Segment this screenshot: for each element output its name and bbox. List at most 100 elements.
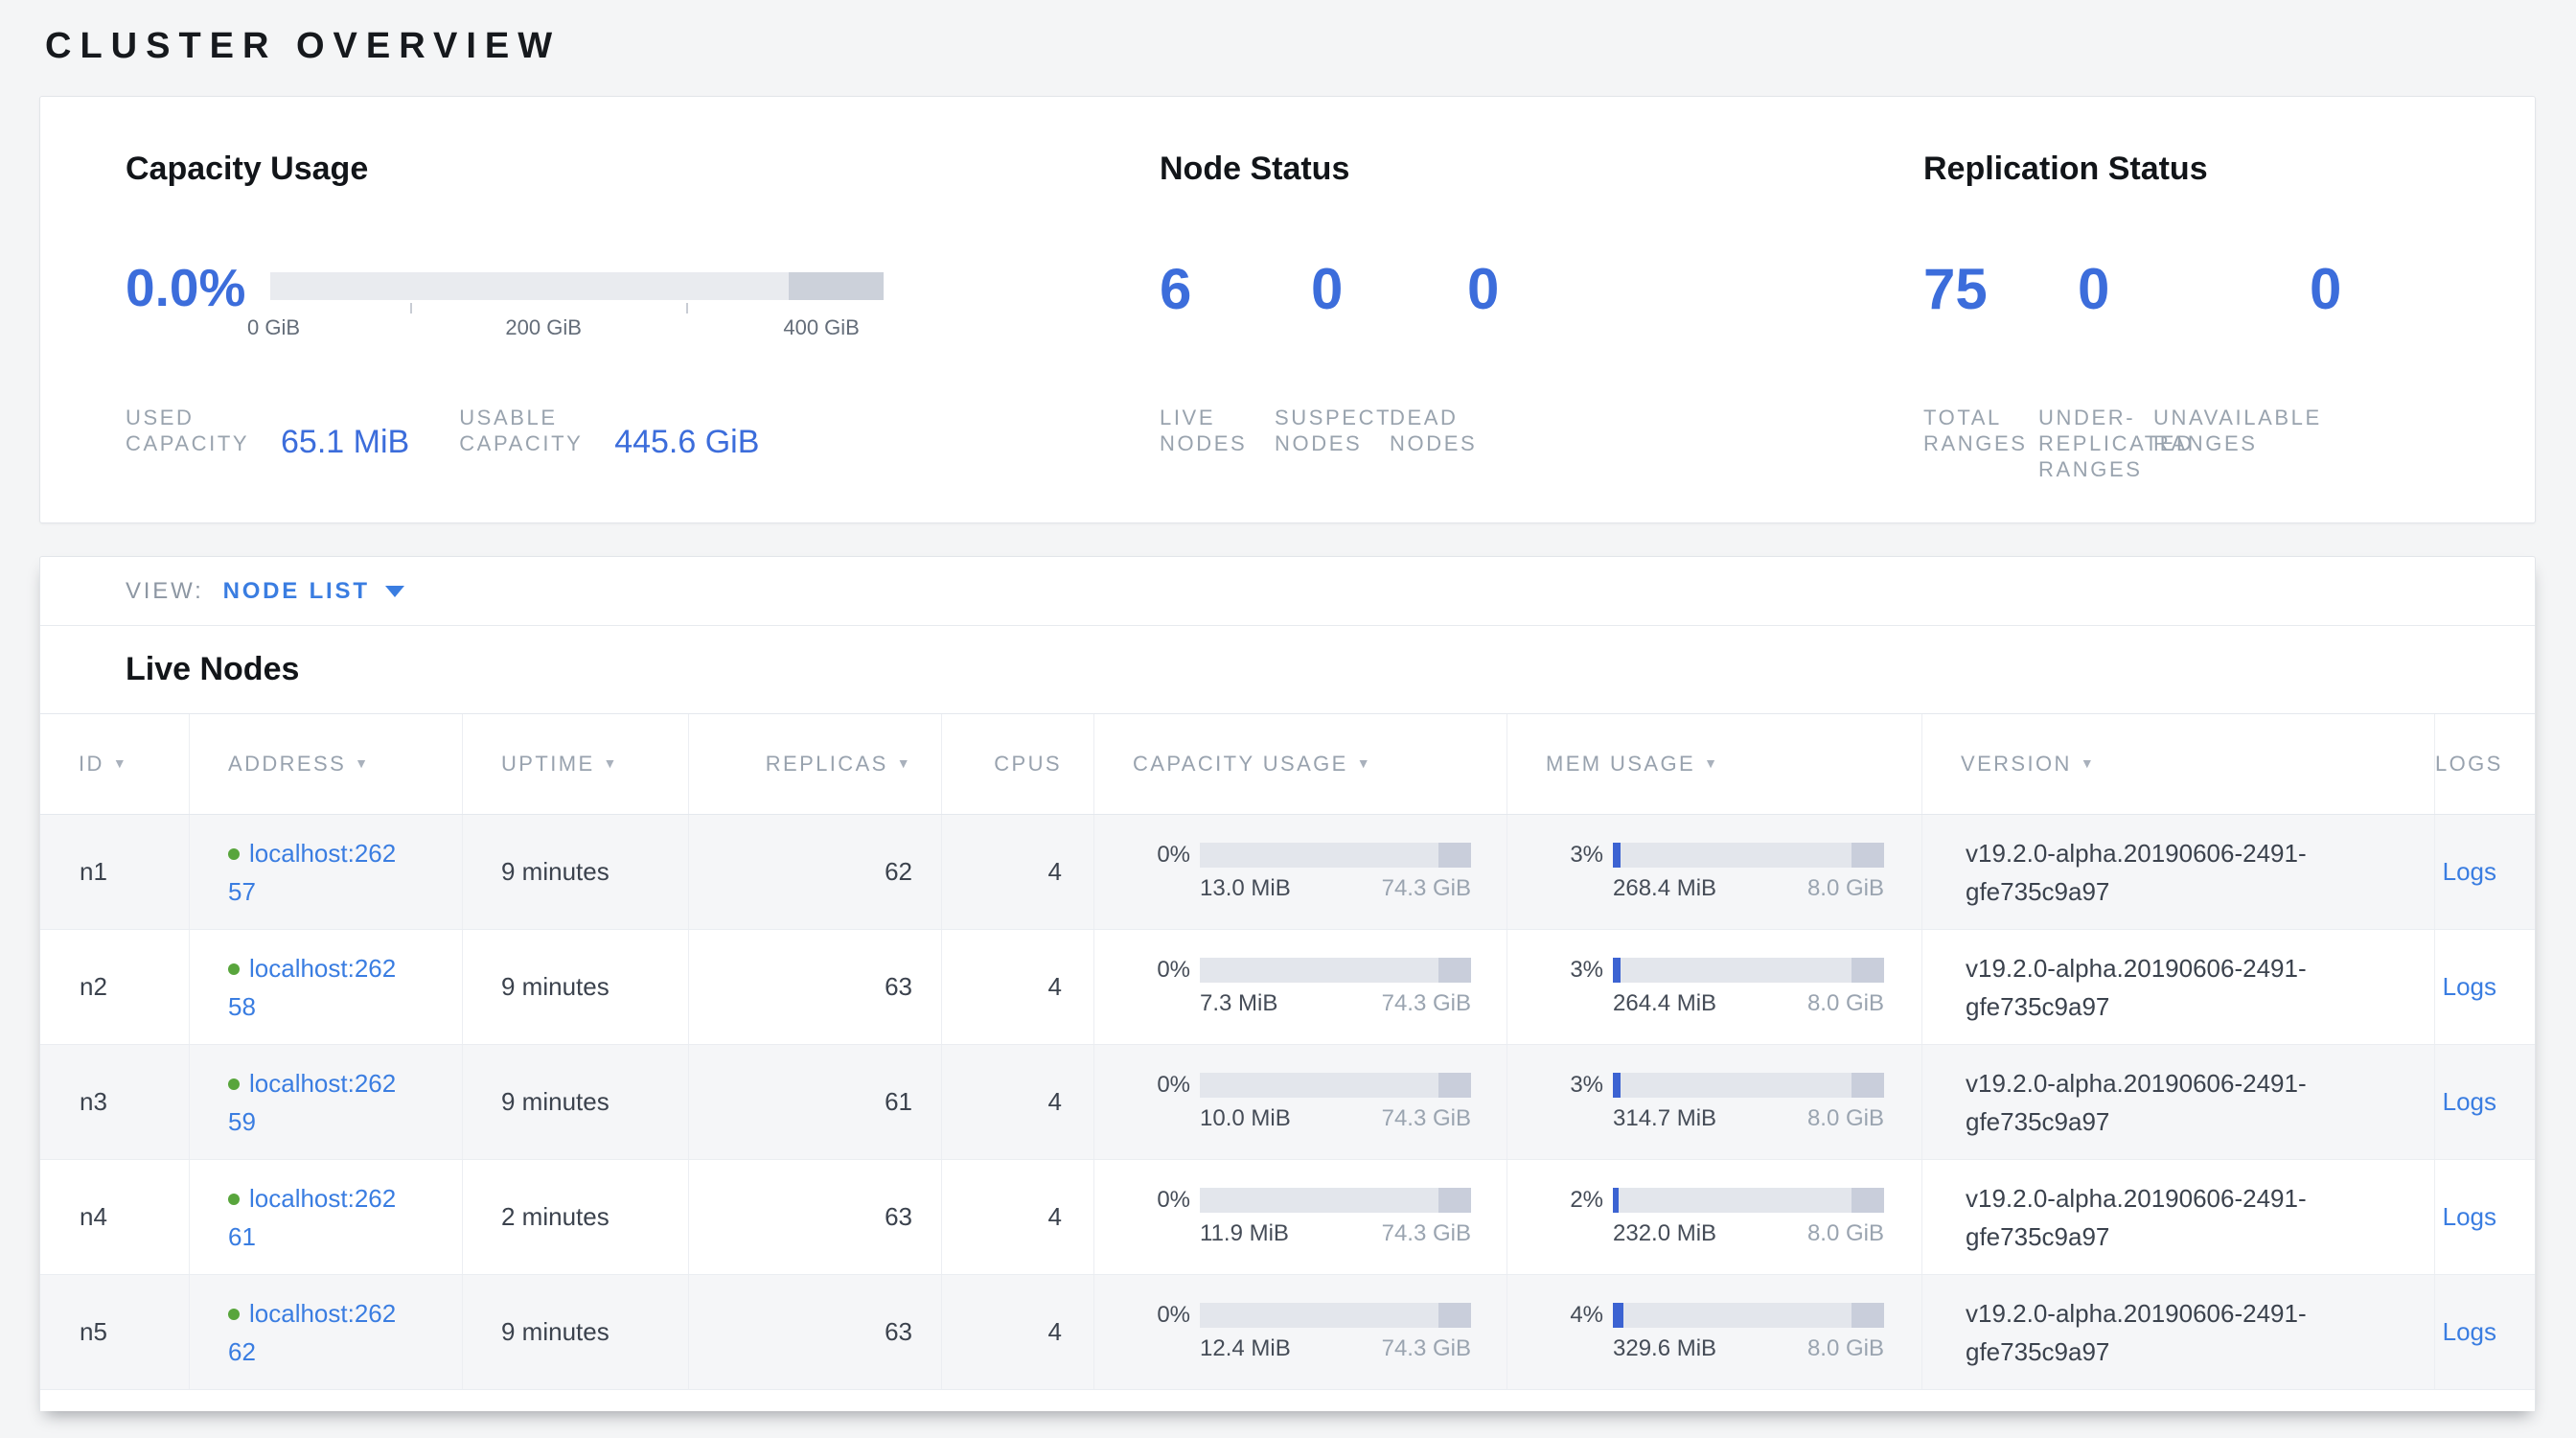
cell-version: v19.2.0-alpha.20190606-2491-gfe735c9a97 <box>1922 930 2435 1044</box>
sort-icon: ▼ <box>113 755 128 771</box>
logs-link[interactable]: Logs <box>2443 1317 2496 1347</box>
cell-cpus: 4 <box>942 815 1094 929</box>
capacity-used-value: 11.9 MiB <box>1200 1220 1289 1247</box>
column-header-version[interactable]: VERSION ▼ <box>1922 714 2435 814</box>
capacity-total-value: 74.3 GiB <box>1382 1105 1471 1132</box>
memory-used-value: 232.0 MiB <box>1613 1220 1716 1247</box>
memory-bar-used-segment <box>1613 958 1621 983</box>
capacity-usage-bar <box>1200 1303 1471 1328</box>
cell-uptime: 2 minutes <box>463 1160 689 1274</box>
cell-capacity-usage: 0% 7.3 MiB 74.3 GiB <box>1094 930 1507 1044</box>
capacity-bar-reserved-segment <box>1438 958 1471 983</box>
cell-replicas: 61 <box>689 1045 942 1159</box>
cell-uptime: 9 minutes <box>463 930 689 1044</box>
unavailable-ranges-count: 0 <box>2310 259 2341 320</box>
memory-percent: 3% <box>1547 1072 1603 1099</box>
address-link[interactable]: localhost:26261 <box>228 1184 396 1251</box>
column-header-mem-usage[interactable]: MEM USAGE ▼ <box>1507 714 1922 814</box>
address-link[interactable]: localhost:26258 <box>228 954 396 1021</box>
page-title: CLUSTER OVERVIEW <box>45 26 2576 67</box>
memory-bar-used-segment <box>1613 1073 1621 1098</box>
cell-cpus: 4 <box>942 1275 1094 1389</box>
cell-version: v19.2.0-alpha.20190606-2491-gfe735c9a97 <box>1922 1275 2435 1389</box>
cell-mem-usage: 3% 264.4 MiB 8.0 GiB <box>1507 930 1922 1044</box>
memory-total-value: 8.0 GiB <box>1807 875 1884 902</box>
table-header-row: ID ▼ ADDRESS ▼ UPTIME ▼ REPLICAS ▼ CPUS … <box>40 713 2535 815</box>
logs-link[interactable]: Logs <box>2443 1087 2496 1117</box>
address-link[interactable]: localhost:26257 <box>228 839 396 906</box>
column-header-uptime[interactable]: UPTIME ▼ <box>463 714 689 814</box>
capacity-usage-section: Capacity Usage 0.0% 0 GiB 200 GiB 400 Gi… <box>126 97 1160 522</box>
live-nodes-count: 6 <box>1160 259 1311 320</box>
cell-logs: Logs <box>2435 1045 2535 1159</box>
suspect-nodes-count: 0 <box>1311 259 1467 320</box>
view-selector-dropdown[interactable]: NODE LIST <box>223 578 404 605</box>
cell-replicas: 63 <box>689 930 942 1044</box>
replication-status-values: 75 0 0 <box>1923 259 2535 330</box>
logs-link[interactable]: Logs <box>2443 1202 2496 1232</box>
capacity-percent: 0% <box>1134 957 1190 984</box>
cell-logs: Logs <box>2435 1275 2535 1389</box>
cell-node-id: n1 <box>40 815 190 929</box>
sort-icon: ▼ <box>1704 755 1719 771</box>
cell-mem-usage: 3% 268.4 MiB 8.0 GiB <box>1507 815 1922 929</box>
total-ranges-count: 75 <box>1923 259 2078 320</box>
table-row-partial <box>40 1390 2535 1411</box>
cell-node-id: n5 <box>40 1275 190 1389</box>
cell-replicas: 62 <box>689 815 942 929</box>
capacity-usage-chart: 0 GiB 200 GiB 400 GiB <box>270 272 884 347</box>
memory-usage-bar <box>1613 843 1884 868</box>
capacity-percent: 0% <box>1134 1072 1190 1099</box>
node-status-title: Node Status <box>1160 150 1923 188</box>
live-status-icon <box>228 1078 240 1090</box>
column-header-replicas[interactable]: REPLICAS ▼ <box>689 714 942 814</box>
cell-cpus: 4 <box>942 1160 1094 1274</box>
memory-total-value: 8.0 GiB <box>1807 1335 1884 1362</box>
column-header-id[interactable]: ID ▼ <box>40 714 190 814</box>
memory-percent: 3% <box>1547 957 1603 984</box>
capacity-usage-percent: 0.0% <box>126 259 245 316</box>
capacity-percent: 0% <box>1134 1302 1190 1329</box>
cell-mem-usage: 2% 232.0 MiB 8.0 GiB <box>1507 1160 1922 1274</box>
capacity-used-value: 13.0 MiB <box>1200 875 1291 902</box>
capacity-bar-reserved-segment <box>1438 1188 1471 1213</box>
capacity-usage-bar <box>270 272 884 300</box>
capacity-usage-bar <box>1200 1188 1471 1213</box>
logs-link[interactable]: Logs <box>2443 857 2496 887</box>
sort-icon: ▼ <box>897 755 912 771</box>
capacity-usage-bar <box>1200 843 1471 868</box>
cell-address: localhost:26258 <box>190 930 463 1044</box>
capacity-percent: 0% <box>1134 842 1190 869</box>
cell-logs: Logs <box>2435 1160 2535 1274</box>
column-header-cpus: CPUS <box>942 714 1094 814</box>
memory-bar-reserved-segment <box>1852 1188 1884 1213</box>
logs-link[interactable]: Logs <box>2443 972 2496 1002</box>
axis-tick-label: 400 GiB <box>783 315 860 340</box>
view-selected-value: NODE LIST <box>223 578 370 605</box>
live-status-icon <box>228 963 240 975</box>
cell-capacity-usage: 0% 12.4 MiB 74.3 GiB <box>1094 1275 1507 1389</box>
column-header-capacity-usage[interactable]: CAPACITY USAGE ▼ <box>1094 714 1507 814</box>
capacity-total-value: 74.3 GiB <box>1382 1220 1471 1247</box>
table-row: n2 localhost:26258 9 minutes 63 4 0% 7.3… <box>40 930 2535 1045</box>
cell-address: localhost:26257 <box>190 815 463 929</box>
capacity-usage-title: Capacity Usage <box>126 150 1160 188</box>
capacity-usage-stats: USED CAPACITY 65.1 MiB USABLE CAPACITY 4… <box>126 405 1160 456</box>
memory-bar-reserved-segment <box>1852 1303 1884 1328</box>
sort-icon: ▼ <box>1357 755 1372 771</box>
sort-icon: ▼ <box>604 755 619 771</box>
node-list-card: VIEW: NODE LIST Live Nodes ID ▼ ADDRESS … <box>39 556 2536 1411</box>
cell-uptime: 9 minutes <box>463 1275 689 1389</box>
table-body: n1 localhost:26257 9 minutes 62 4 0% 13.… <box>40 815 2535 1390</box>
cell-address: localhost:26261 <box>190 1160 463 1274</box>
table-row: n4 localhost:26261 2 minutes 63 4 0% 11.… <box>40 1160 2535 1275</box>
memory-total-value: 8.0 GiB <box>1807 1220 1884 1247</box>
cell-logs: Logs <box>2435 930 2535 1044</box>
cell-version: v19.2.0-alpha.20190606-2491-gfe735c9a97 <box>1922 1045 2435 1159</box>
memory-total-value: 8.0 GiB <box>1807 990 1884 1017</box>
memory-bar-used-segment <box>1613 1188 1619 1213</box>
column-header-address[interactable]: ADDRESS ▼ <box>190 714 463 814</box>
memory-percent: 2% <box>1547 1187 1603 1214</box>
address-link[interactable]: localhost:26262 <box>228 1299 396 1366</box>
address-link[interactable]: localhost:26259 <box>228 1069 396 1136</box>
